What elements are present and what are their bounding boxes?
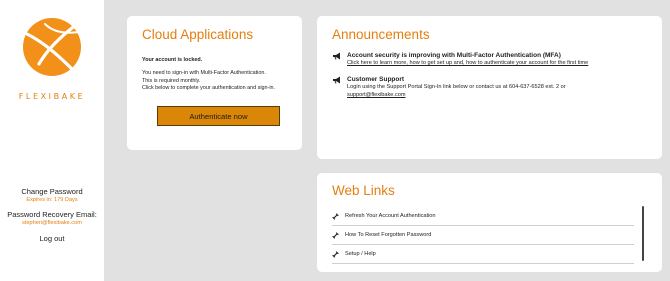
announcement-body: Login using the Support Portal Sign-In l… xyxy=(347,84,566,91)
web-link-reset-password[interactable]: How To Reset Forgotten Password xyxy=(332,226,634,245)
mfa-instruction-line: You need to sign-in with Multi-Factor Au… xyxy=(142,70,266,76)
web-link-setup-help[interactable]: Setup / Help xyxy=(332,245,634,264)
cloud-applications-title: Cloud Applications xyxy=(142,27,254,42)
announcement-item: Customer Support Login using the Support… xyxy=(332,76,647,99)
support-email-link[interactable]: support@flexibake.com xyxy=(347,92,406,98)
link-icon xyxy=(332,231,339,239)
megaphone-icon xyxy=(333,52,340,60)
announcement-title: Account security is improving with Multi… xyxy=(347,52,561,59)
account-links: Change Password Expires in: 179 Days Pas… xyxy=(0,187,104,243)
sidebar: FLEXIBAKE Change Password Expires in: 17… xyxy=(0,0,104,281)
password-recovery-email: stephen@flexibake.com xyxy=(22,220,82,226)
announcements-title: Announcements xyxy=(332,27,430,42)
logo-wordmark: FLEXIBAKE xyxy=(18,92,86,101)
web-link-refresh-authentication[interactable]: Refresh Your Account Authentication xyxy=(332,207,634,226)
web-link-label: Setup / Help xyxy=(345,251,376,257)
web-links-list: Refresh Your Account Authentication How … xyxy=(332,207,634,264)
password-recovery-label: Password Recovery Email: xyxy=(7,210,97,219)
logo-mark-icon xyxy=(23,18,81,76)
logout-link[interactable]: Log out xyxy=(0,234,104,243)
megaphone-icon xyxy=(333,76,340,85)
announcement-title: Customer Support xyxy=(347,76,405,84)
mfa-instruction-line: Click below to complete your authenticat… xyxy=(142,85,276,92)
link-icon xyxy=(332,250,339,258)
cloud-applications-card: Cloud Applications Your account is locke… xyxy=(127,16,302,150)
web-links-card: Web Links Refresh Your Account Authentic… xyxy=(317,173,662,272)
announcements-card: Announcements Account security is improv… xyxy=(317,16,662,159)
mfa-instructions: You need to sign-in with Multi-Factor Au… xyxy=(142,70,287,93)
web-link-label: Refresh Your Account Authentication xyxy=(345,213,436,219)
account-locked-message: Your account is locked. xyxy=(142,57,203,63)
mfa-instruction-line: This is required monthly. xyxy=(142,77,201,84)
change-password-link[interactable]: Change Password xyxy=(0,187,104,196)
authenticate-now-button[interactable]: Authenticate now xyxy=(157,106,280,126)
web-links-title: Web Links xyxy=(332,183,395,198)
mfa-learn-more-link[interactable]: Click here to learn more, how to get set… xyxy=(347,60,588,66)
web-links-scrollbar[interactable] xyxy=(642,206,644,261)
link-icon xyxy=(332,212,339,220)
announcement-item: Account security is improving with Multi… xyxy=(332,52,647,67)
flexibake-logo: FLEXIBAKE xyxy=(12,18,92,101)
web-link-label: How To Reset Forgotten Password xyxy=(345,232,432,238)
password-expiry: Expires in: 179 Days xyxy=(26,197,78,203)
